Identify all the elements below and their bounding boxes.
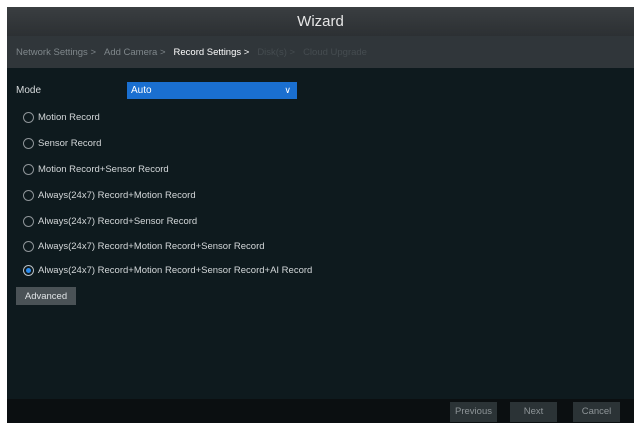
next-button[interactable]: Next bbox=[510, 402, 557, 422]
radio-button-icon bbox=[23, 163, 34, 175]
radio-motion-record[interactable]: Motion Record bbox=[23, 110, 100, 124]
radio-label: Always(24x7) Record+Sensor Record bbox=[38, 215, 198, 227]
cancel-button[interactable]: Cancel bbox=[573, 402, 620, 422]
radio-sensor-record[interactable]: Sensor Record bbox=[23, 136, 101, 150]
radio-motion-sensor-record[interactable]: Motion Record+Sensor Record bbox=[23, 162, 169, 176]
radio-label: Always(24x7) Record+Motion Record+Sensor… bbox=[38, 264, 313, 276]
radio-always-motion-sensor-ai-record[interactable]: Always(24x7) Record+Motion Record+Sensor… bbox=[23, 263, 312, 277]
wizard-window: Wizard Network Settings > Add Camera > R… bbox=[7, 7, 634, 423]
radio-button-icon bbox=[23, 215, 34, 227]
mode-select[interactable]: Auto ∨ bbox=[127, 82, 297, 99]
mode-select-value: Auto bbox=[131, 85, 152, 96]
radio-button-selected-icon bbox=[23, 264, 34, 276]
step-cloud-upgrade: Cloud Upgrade bbox=[303, 46, 367, 58]
radio-button-icon bbox=[23, 111, 34, 123]
step-disks: Disk(s) > bbox=[257, 46, 296, 58]
step-record-settings: Record Settings > bbox=[173, 46, 250, 58]
radio-button-icon bbox=[23, 240, 34, 252]
previous-button[interactable]: Previous bbox=[450, 402, 497, 422]
radio-label: Motion Record bbox=[38, 111, 100, 123]
radio-always-motion-sensor-record[interactable]: Always(24x7) Record+Motion Record+Sensor… bbox=[23, 239, 265, 253]
radio-label: Sensor Record bbox=[38, 137, 102, 149]
radio-label: Motion Record+Sensor Record bbox=[38, 163, 169, 175]
step-network-settings: Network Settings > bbox=[16, 46, 96, 58]
wizard-steps: Network Settings > Add Camera > Record S… bbox=[7, 36, 634, 68]
radio-always-sensor-record[interactable]: Always(24x7) Record+Sensor Record bbox=[23, 214, 197, 228]
chevron-down-icon: ∨ bbox=[284, 85, 291, 95]
window-title: Wizard bbox=[7, 7, 634, 36]
mode-label: Mode bbox=[16, 85, 42, 96]
step-add-camera: Add Camera > bbox=[104, 46, 166, 58]
record-settings-panel: Mode Auto ∨ Motion Record Sensor Record … bbox=[7, 68, 634, 406]
radio-label: Always(24x7) Record+Motion Record+Sensor… bbox=[38, 240, 265, 252]
radio-always-motion-record[interactable]: Always(24x7) Record+Motion Record bbox=[23, 188, 196, 202]
advanced-button[interactable]: Advanced bbox=[16, 287, 76, 305]
radio-button-icon bbox=[23, 189, 34, 201]
wizard-footer: Previous Next Cancel bbox=[7, 399, 634, 423]
radio-label: Always(24x7) Record+Motion Record bbox=[38, 189, 196, 201]
radio-button-icon bbox=[23, 137, 34, 149]
